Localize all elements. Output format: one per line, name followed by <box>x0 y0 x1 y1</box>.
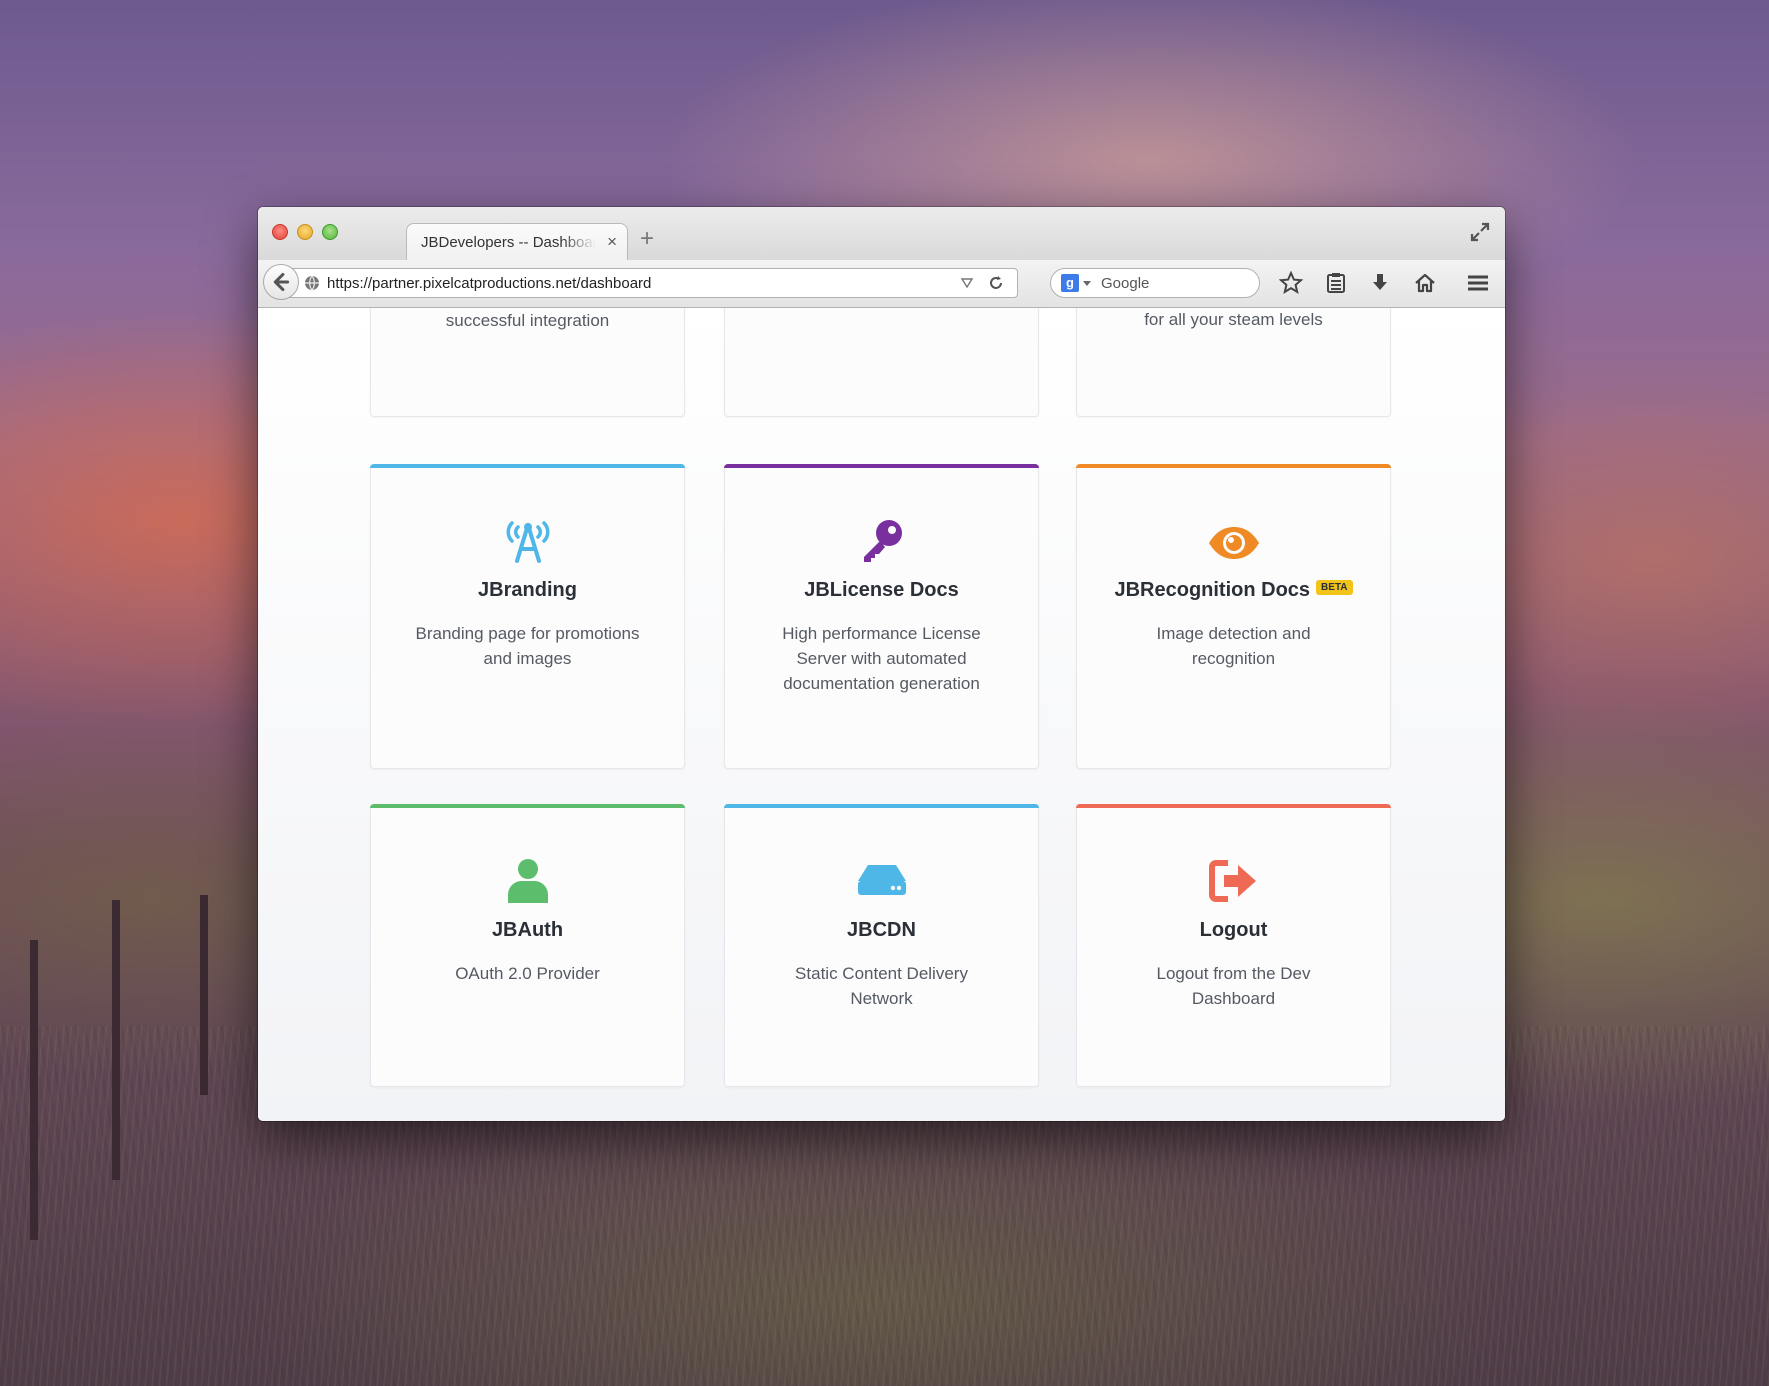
card-description: Steam badge search engine for all your s… <box>1144 310 1323 329</box>
card-partial-3[interactable]: Steam badge search engine for all your s… <box>1076 308 1391 417</box>
logout-icon <box>1208 860 1256 902</box>
search-bar[interactable]: g Google <box>1050 268 1260 298</box>
menu-icon[interactable] <box>1466 271 1490 295</box>
server-icon <box>857 865 906 895</box>
background-fence-post <box>200 895 208 1095</box>
card-description: Branding page for promotions and images <box>415 624 640 668</box>
card-accent-bar <box>1076 804 1391 808</box>
card-accent-bar <box>724 804 1039 808</box>
background-fence-post <box>30 940 38 1240</box>
fullscreen-icon[interactable] <box>1469 221 1491 243</box>
dashboard-content: successful integration Steam badge searc… <box>258 308 1505 1121</box>
tab-close-icon[interactable]: × <box>607 232 617 252</box>
globe-icon <box>305 275 319 291</box>
bookmarks-list-icon[interactable] <box>1324 271 1348 295</box>
search-input[interactable]: Google <box>1101 275 1149 292</box>
card-accent-bar <box>370 804 685 808</box>
card-jbcdn[interactable]: JBCDN Static Content Delivery Network <box>724 804 1039 1087</box>
card-title-text: JBRecognition Docs <box>1114 579 1311 601</box>
card-description: successful integration <box>445 311 610 330</box>
history-dropdown-icon[interactable] <box>961 278 973 288</box>
home-icon[interactable] <box>1413 271 1437 295</box>
back-arrow-icon <box>273 272 290 292</box>
key-icon <box>863 520 902 562</box>
card-partial-1[interactable]: successful integration <box>370 308 685 417</box>
card-jbrecognition-docs[interactable]: JBRecognition Docs BETA Image detection a… <box>1076 464 1391 769</box>
window-zoom-button[interactable] <box>322 224 338 240</box>
card-title: JBRecognition Docs BETA <box>1077 579 1390 602</box>
card-jbranding[interactable]: JBranding Branding page for promotions a… <box>370 464 685 769</box>
new-tab-button[interactable]: + <box>640 225 654 253</box>
url-text: https://partner.pixelcatproductions.net/… <box>327 275 652 292</box>
broadcast-icon <box>506 521 549 563</box>
card-accent-bar <box>724 464 1039 468</box>
download-icon[interactable] <box>1368 271 1392 295</box>
tab-title: JBDevelopers -- Dashboard <box>421 234 596 251</box>
url-bar[interactable]: https://partner.pixelcatproductions.net/… <box>288 268 1018 298</box>
card-accent-bar <box>1076 464 1391 468</box>
user-icon <box>507 859 548 903</box>
search-engine-caret-icon[interactable] <box>1083 281 1091 286</box>
card-title: Logout <box>1199 919 1268 941</box>
card-description: High performance License Server with aut… <box>782 624 981 693</box>
bookmark-star-icon[interactable] <box>1279 271 1303 295</box>
browser-tab[interactable]: JBDevelopers -- Dashboard × <box>406 223 628 260</box>
card-accent-bar <box>370 464 685 468</box>
card-partial-2[interactable] <box>724 308 1039 417</box>
window-minimize-button[interactable] <box>297 224 313 240</box>
eye-icon <box>1208 527 1259 559</box>
card-title: JBranding <box>478 579 577 601</box>
card-logout[interactable]: Logout Logout from the Dev Dashboard <box>1076 804 1391 1087</box>
card-title: JBLicense Docs <box>804 579 959 601</box>
card-jblicense-docs[interactable]: JBLicense Docs High performance License … <box>724 464 1039 769</box>
card-jbauth[interactable]: JBAuth OAuth 2.0 Provider <box>370 804 685 1087</box>
beta-badge: BETA <box>1316 580 1353 595</box>
reload-icon[interactable] <box>987 274 1005 292</box>
card-description: OAuth 2.0 Provider <box>455 964 600 983</box>
background-fence-post <box>112 900 120 1180</box>
card-description: Image detection and recognition <box>1156 624 1311 668</box>
card-description: Logout from the Dev Dashboard <box>1156 964 1311 1008</box>
navigation-bar: https://partner.pixelcatproductions.net/… <box>258 260 1505 308</box>
browser-window: JBDevelopers -- Dashboard × + https://pa… <box>258 207 1505 1121</box>
card-description: Static Content Delivery Network <box>795 964 968 1008</box>
title-bar: JBDevelopers -- Dashboard × + <box>258 207 1505 260</box>
google-icon[interactable]: g <box>1061 274 1079 292</box>
card-title: JBAuth <box>491 919 564 941</box>
back-button[interactable] <box>263 264 299 300</box>
card-title: JBCDN <box>847 919 916 941</box>
window-close-button[interactable] <box>272 224 288 240</box>
